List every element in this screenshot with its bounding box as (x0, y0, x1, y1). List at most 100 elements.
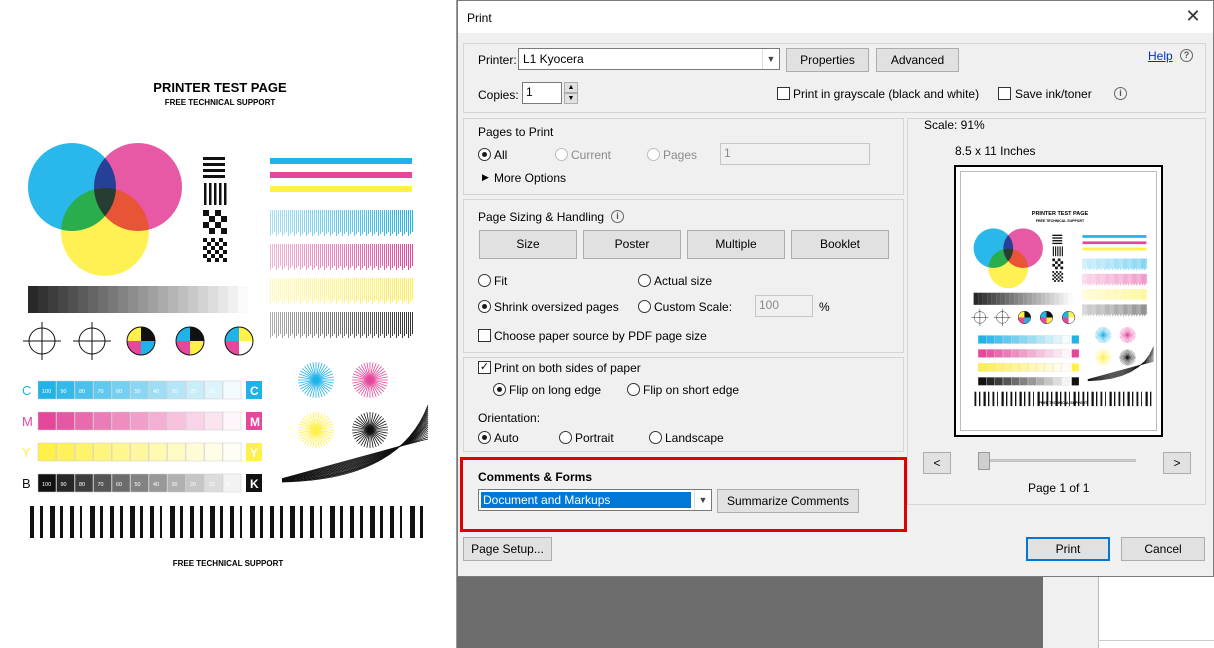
hatch-line (372, 278, 373, 304)
help-icon[interactable]: ? (1180, 49, 1193, 62)
gray-step (1018, 292, 1024, 305)
checker-square (219, 238, 223, 242)
checker-square (1052, 278, 1055, 281)
hatch-line (346, 244, 347, 266)
shrink-radio[interactable] (478, 300, 491, 313)
hatch-line (380, 210, 381, 234)
preview-thumbnail: PRINTER TEST PAGE FREE TECHNICAL SUPPORT F… (971, 211, 1154, 407)
hatch-line (276, 312, 277, 338)
barcode-bar (330, 506, 335, 538)
current-page-radio[interactable] (555, 148, 568, 161)
page-slider-thumb[interactable] (978, 452, 990, 470)
portrait-radio[interactable] (559, 431, 572, 444)
close-icon[interactable]: ✕ (1183, 6, 1203, 26)
barcode-bar (210, 506, 215, 538)
curve-line (1087, 356, 1154, 381)
copies-input[interactable]: 1 (522, 82, 562, 104)
poster-button[interactable]: Poster (583, 230, 681, 259)
page-slider-track[interactable] (978, 459, 1136, 462)
save-ink-checkbox[interactable] (998, 87, 1011, 100)
print-button[interactable]: Print (1026, 537, 1110, 561)
density-swatch (1002, 377, 1012, 386)
hatch-line (278, 244, 279, 268)
channel-label: C (22, 383, 31, 398)
pages-range-input[interactable]: 1 (720, 143, 870, 165)
flip-short-radio[interactable] (627, 383, 640, 396)
properties-button[interactable]: Properties (786, 48, 869, 72)
help-link[interactable]: Help (1148, 49, 1173, 63)
copies-down-button[interactable]: ▼ (564, 93, 578, 104)
hatch-line (378, 278, 379, 304)
hatch-line (332, 210, 333, 234)
channel-label: B (22, 476, 31, 491)
actual-size-radio[interactable] (638, 274, 651, 287)
hatch-line (324, 312, 325, 338)
grayscale-checkbox[interactable] (777, 87, 790, 100)
hatch-line (384, 312, 385, 338)
hatch-line (356, 312, 357, 336)
all-pages-radio[interactable] (478, 148, 491, 161)
hatch-line (406, 312, 407, 334)
density-swatch (1044, 363, 1053, 372)
density-swatch (1061, 335, 1070, 344)
preview-page-area: PRINTER TEST PAGE FREE TECHNICAL SUPPORT F… (960, 171, 1157, 431)
hatch-line (374, 278, 375, 302)
custom-scale-input[interactable]: 100 (755, 295, 813, 317)
hatch-line (338, 278, 339, 302)
paper-source-checkbox[interactable] (478, 329, 491, 342)
copies-up-button[interactable]: ▲ (564, 82, 578, 93)
both-sides-checkbox[interactable]: ✓ (478, 361, 491, 374)
hatch-line (326, 210, 327, 234)
pages-range-value: 1 (724, 146, 731, 160)
size-button[interactable]: Size (479, 230, 577, 259)
hatch-line (280, 278, 281, 300)
density-value: 60 (116, 482, 122, 488)
hatch-line (298, 210, 299, 232)
printer-select[interactable]: L1 Kyocera ▼ (518, 48, 780, 70)
prev-page-button[interactable]: < (923, 452, 951, 474)
hatch-line (400, 312, 401, 334)
hatch-line (296, 244, 297, 268)
more-options-arrow-icon[interactable]: ▶ (482, 172, 489, 183)
gray-step (198, 286, 208, 313)
hatch-line (272, 278, 273, 302)
flip-long-radio[interactable] (493, 383, 506, 396)
density-swatch (994, 363, 1003, 372)
curve-line (281, 438, 429, 479)
page-setup-button[interactable]: Page Setup... (463, 537, 552, 561)
hatch-line (278, 210, 279, 234)
cancel-button[interactable]: Cancel (1121, 537, 1205, 561)
fit-radio[interactable] (478, 274, 491, 287)
hatch-line (408, 210, 409, 236)
info-icon[interactable]: i (1114, 87, 1127, 100)
checker-square (1052, 271, 1055, 273)
landscape-radio[interactable] (649, 431, 662, 444)
pages-range-radio[interactable] (647, 148, 660, 161)
advanced-button[interactable]: Advanced (876, 48, 959, 72)
next-page-button[interactable]: > (1163, 452, 1191, 474)
gray-step (1027, 292, 1033, 305)
booklet-button[interactable]: Booklet (791, 230, 889, 259)
divider (1098, 640, 1214, 641)
checker-square (1054, 272, 1056, 275)
auto-orientation-radio[interactable] (478, 431, 491, 444)
density-value: 100 (42, 482, 51, 488)
sizing-info-icon[interactable]: i (611, 210, 624, 223)
hatch-line (312, 244, 313, 270)
density-value: 70 (98, 482, 104, 488)
document-footer: FREE TECHNICAL SUPPORT (172, 559, 284, 568)
barcode-bar (220, 506, 223, 538)
hatch-line (354, 244, 355, 270)
hatch-line (338, 312, 339, 336)
hatch-line (354, 210, 355, 236)
barcode-bar (997, 391, 998, 407)
hatch-line (304, 312, 305, 334)
density-swatch (93, 442, 112, 462)
density-swatch (1019, 349, 1028, 358)
custom-scale-radio[interactable] (638, 300, 651, 313)
multiple-button[interactable]: Multiple (687, 230, 785, 259)
hatch-line (280, 210, 281, 232)
resolution-bar (203, 163, 225, 166)
more-options-toggle[interactable]: More Options (494, 171, 566, 185)
hatch-line (334, 210, 335, 232)
